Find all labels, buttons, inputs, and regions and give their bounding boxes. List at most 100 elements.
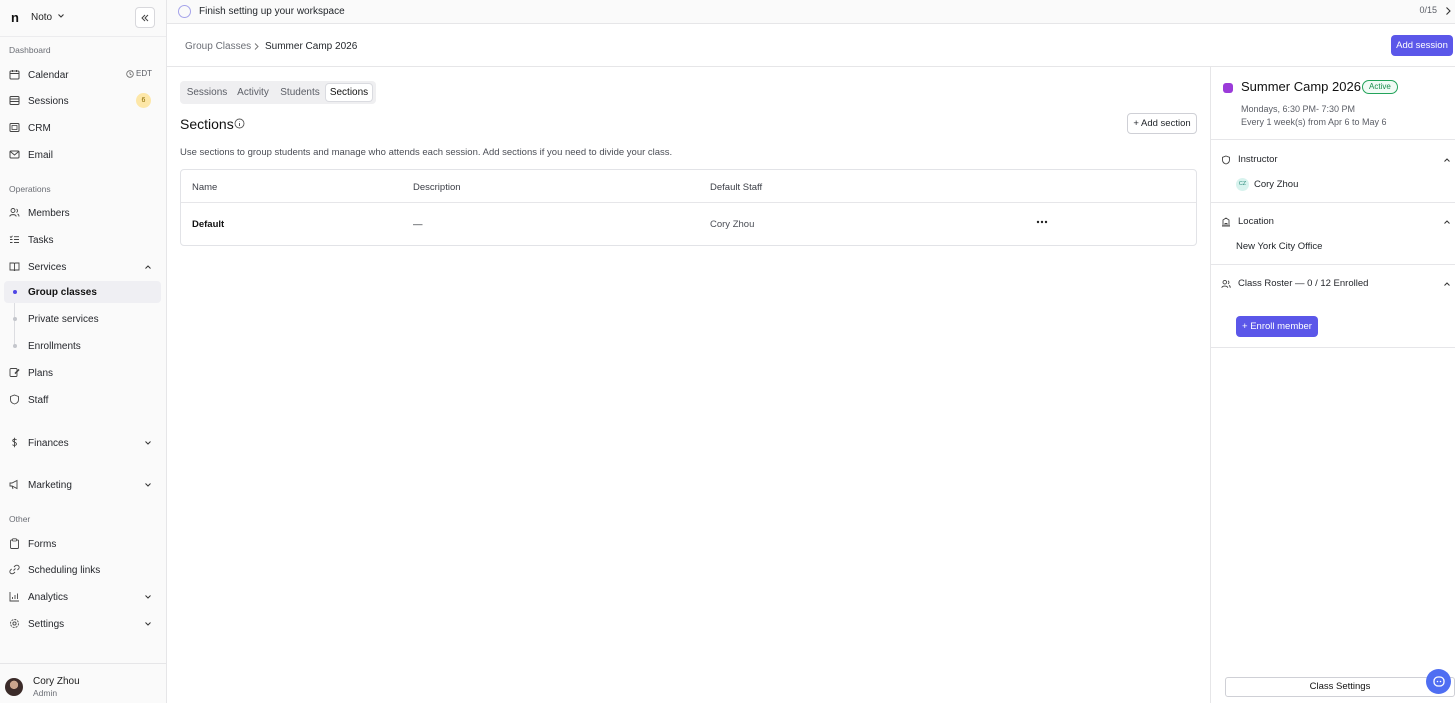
sessions-icon — [9, 96, 20, 105]
sidebar-item-finances[interactable]: Finances — [0, 431, 161, 455]
chevron-up-icon — [1444, 158, 1450, 162]
sidebar-item-plans[interactable]: Plans — [0, 361, 161, 385]
book-icon — [9, 262, 20, 272]
section-label-dashboard: Dashboard — [9, 45, 51, 55]
sidebar-item-private-services[interactable]: Private services — [0, 308, 161, 330]
sidebar-item-marketing[interactable]: Marketing — [0, 473, 161, 497]
timezone-label: EDT — [136, 69, 152, 78]
sidebar-item-label: Enrollments — [28, 341, 81, 352]
tab-activity[interactable]: Activity — [233, 84, 273, 101]
workspace-logo: n — [11, 10, 19, 25]
sidebar-item-enrollments[interactable]: Enrollments — [0, 335, 161, 357]
sidebar-item-group-classes[interactable]: Group classes — [4, 281, 161, 303]
sidebar-item-scheduling-links[interactable]: Scheduling links — [0, 558, 161, 582]
sidebar-item-label: Marketing — [28, 480, 72, 491]
chevron-down-icon — [145, 595, 151, 599]
sidebar-item-label: Scheduling links — [28, 565, 101, 576]
roster-label: Class Roster — 0 / 12 Enrolled — [1238, 278, 1369, 289]
instructor-name[interactable]: Cory Zhou — [1254, 179, 1298, 190]
sidebar-item-label: Settings — [28, 619, 65, 630]
shield-icon — [10, 394, 19, 405]
breadcrumb-parent[interactable]: Group Classes — [185, 41, 251, 52]
add-section-button[interactable]: + Add section — [1127, 113, 1197, 134]
chevron-down-icon — [145, 483, 151, 487]
sidebar-item-label: Email — [28, 150, 54, 161]
sidebar-item-label: Private services — [28, 314, 99, 325]
sidebar-item-label: CRM — [28, 123, 51, 134]
dollar-icon — [12, 437, 17, 448]
sections-title: Sections — [180, 116, 234, 132]
divider — [1211, 347, 1455, 348]
building-icon — [1222, 217, 1230, 227]
info-icon[interactable] — [234, 118, 245, 129]
add-session-button[interactable]: Add session — [1391, 35, 1453, 56]
shield-icon — [1222, 155, 1230, 165]
chevron-up-icon — [1444, 282, 1450, 286]
user-name: Cory Zhou — [33, 676, 80, 687]
sidebar-item-services[interactable]: Services — [0, 255, 161, 279]
instructor-label: Instructor — [1238, 154, 1278, 165]
sidebar-item-label: Sessions — [28, 96, 69, 107]
cell-description: — — [413, 219, 423, 230]
divider — [1211, 264, 1455, 265]
location-label: Location — [1238, 216, 1274, 227]
sidebar-item-label: Staff — [28, 395, 49, 406]
table-divider — [181, 202, 1196, 203]
divider — [1211, 139, 1455, 140]
chat-support-button[interactable] — [1426, 669, 1451, 694]
tab-sessions[interactable]: Sessions — [184, 84, 230, 101]
mail-icon — [9, 150, 20, 159]
sidebar-item-crm[interactable]: CRM — [0, 116, 161, 140]
sidebar-item-staff[interactable]: Staff — [0, 388, 161, 412]
chevron-down-icon[interactable] — [57, 12, 65, 20]
class-title: Summer Camp 2026 — [1241, 79, 1361, 94]
sidebar: n Noto Dashboard Calendar EDT Sessions 6… — [0, 0, 167, 703]
calendar-icon — [9, 70, 20, 80]
sidebar-item-forms[interactable]: Forms — [0, 532, 161, 556]
enroll-member-button[interactable]: + Enroll member — [1236, 316, 1318, 337]
breadcrumb-current: Summer Camp 2026 — [265, 41, 358, 52]
tasks-icon — [9, 235, 19, 243]
workspace-switcher[interactable]: n Noto — [0, 0, 166, 37]
users-icon — [9, 208, 20, 217]
column-header-default-staff: Default Staff — [710, 182, 763, 193]
tree-dot — [13, 344, 17, 348]
chevron-up-icon — [1444, 220, 1450, 224]
double-chevron-left-icon — [141, 14, 149, 21]
class-details-panel: Summer Camp 2026 Active Mondays, 6:30 PM… — [1210, 67, 1455, 703]
tab-students[interactable]: Students — [277, 84, 323, 101]
class-color-swatch — [1223, 83, 1233, 93]
collapse-sidebar-button[interactable] — [135, 7, 155, 28]
sidebar-item-label: Finances — [28, 438, 69, 449]
chevron-right-icon — [254, 43, 259, 50]
divider — [1211, 202, 1455, 203]
sidebar-item-label: Analytics — [28, 592, 69, 603]
sidebar-item-label: Members — [28, 208, 70, 219]
chevron-down-icon — [145, 622, 151, 626]
user-profile[interactable]: Cory Zhou Admin — [0, 663, 166, 703]
megaphone-icon — [9, 479, 18, 490]
sidebar-item-tasks[interactable]: Tasks — [0, 228, 161, 252]
clipboard-icon — [10, 538, 19, 549]
sidebar-item-label: Calendar — [28, 70, 69, 81]
chevron-up-icon — [145, 265, 151, 269]
instructor-avatar: CZ — [1236, 178, 1249, 191]
sidebar-item-label: Group classes — [28, 287, 97, 298]
sidebar-item-email[interactable]: Email — [0, 143, 161, 167]
sidebar-item-analytics[interactable]: Analytics — [0, 585, 161, 609]
gear-icon — [10, 619, 19, 628]
chat-icon — [1432, 675, 1445, 687]
section-label-other: Other — [9, 514, 31, 524]
sidebar-item-members[interactable]: Members — [0, 201, 161, 225]
workspace-name[interactable]: Noto — [31, 12, 52, 23]
page-header: Group Classes Summer Camp 2026 Add sessi… — [167, 24, 1455, 67]
tab-sections[interactable]: Sections — [326, 84, 372, 101]
setup-banner[interactable]: Finish setting up your workspace 0/15 — [167, 0, 1455, 24]
clock-icon — [126, 69, 134, 78]
setup-banner-text: Finish setting up your workspace — [199, 6, 345, 17]
chevron-right-icon[interactable] — [1444, 6, 1452, 16]
more-horizontal-icon[interactable] — [1036, 219, 1048, 225]
class-settings-button[interactable]: Class Settings — [1225, 677, 1455, 697]
sidebar-item-settings[interactable]: Settings — [0, 612, 161, 636]
sidebar-item-label: Tasks — [28, 235, 54, 246]
